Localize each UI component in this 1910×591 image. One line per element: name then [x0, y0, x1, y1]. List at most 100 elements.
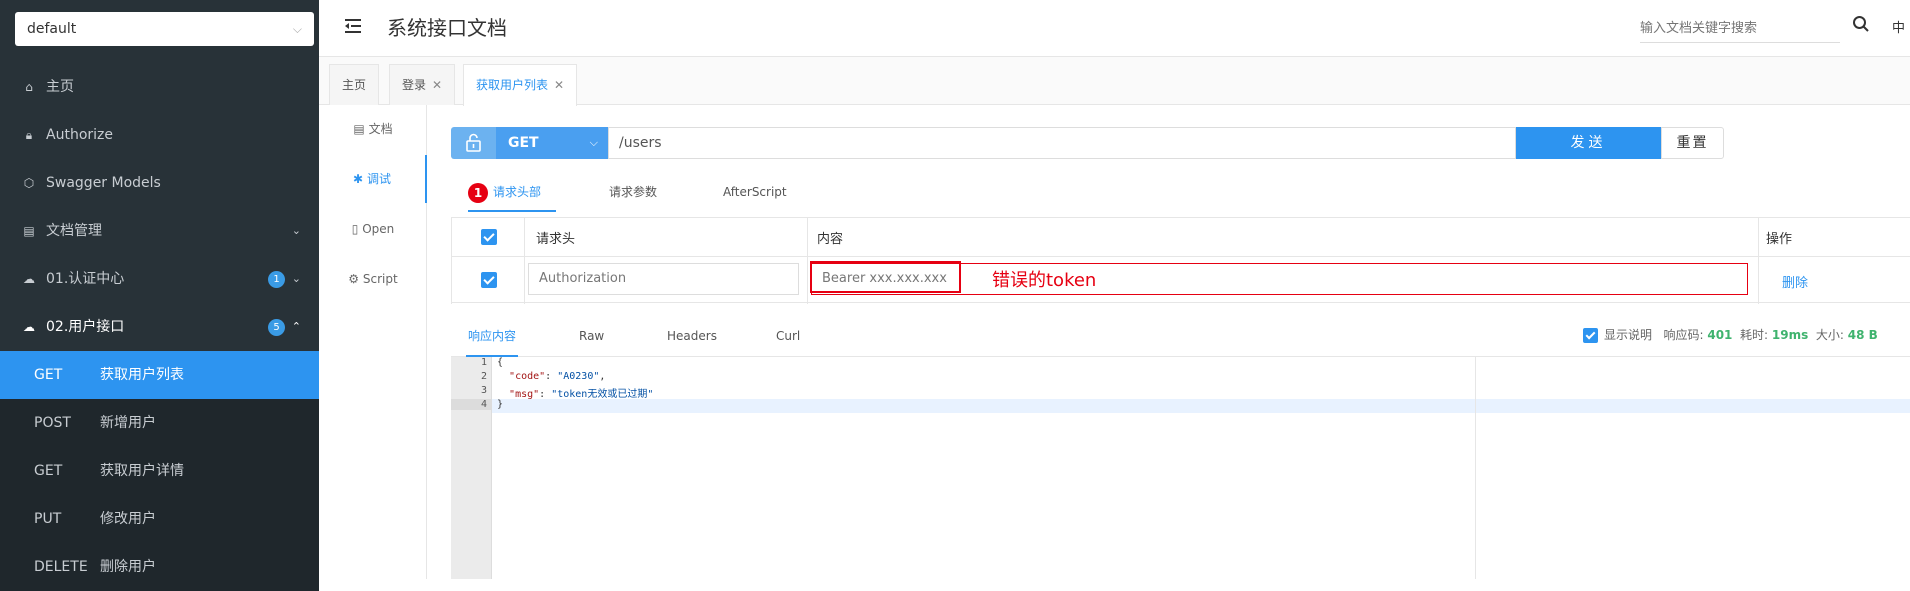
endpoint-add-user[interactable]: POST 新增用户	[0, 399, 319, 447]
sidebar-item-doc-manage[interactable]: ▤ 文档管理 ⌄	[0, 207, 319, 255]
code-icon: ⚙	[348, 272, 360, 286]
sidebar-item-auth-center[interactable]: ☁ 01.认证中心 1 ⌄	[0, 255, 319, 303]
tab-headers[interactable]: Headers	[667, 319, 717, 357]
chevron-down-icon: ⌄	[291, 272, 301, 285]
error-badge: 1	[468, 182, 488, 203]
nav-doc[interactable]: ▤ 文档	[319, 105, 427, 153]
nav-label: 调试	[366, 172, 391, 186]
tab-label: AfterScript	[723, 185, 787, 199]
code-line: "code": "A0230",	[509, 371, 606, 382]
json-value: "token无效或已过期"	[551, 389, 654, 400]
menu-fold-icon[interactable]	[343, 16, 363, 36]
brace: }	[497, 399, 504, 410]
tab-response-content[interactable]: 响应内容	[466, 319, 519, 357]
json-key: "code"	[509, 371, 546, 382]
unlock-icon	[466, 133, 481, 152]
line-number: 2	[480, 371, 487, 382]
endpoint-get-user-detail[interactable]: GET 获取用户详情	[0, 447, 319, 495]
tab-label: 登录	[402, 78, 427, 92]
endpoint-update-user[interactable]: PUT 修改用户	[0, 495, 319, 543]
endpoint-method: GET	[34, 367, 63, 383]
tab-label: 主页	[342, 78, 367, 92]
table-row-divider	[451, 256, 1910, 257]
json-key: "msg"	[509, 389, 540, 400]
page-title: 系统接口文档	[387, 16, 507, 40]
sidebar-item-home[interactable]: ⌂ 主页	[0, 63, 319, 111]
endpoint-delete-user[interactable]: DELETE 删除用户	[0, 543, 319, 591]
line-number: 3	[480, 385, 487, 396]
reset-button[interactable]: 重置	[1661, 127, 1724, 159]
column-header-action: 操作	[1766, 232, 1793, 247]
home-icon: ⌂	[25, 80, 33, 94]
endpoint-get-user-list[interactable]: GET 获取用户列表	[0, 351, 319, 399]
endpoint-label: 获取用户详情	[100, 463, 184, 479]
nav-script[interactable]: ⚙ Script	[319, 255, 427, 303]
chevron-down-icon: ⌵	[589, 136, 598, 149]
tab-label: Headers	[667, 329, 717, 343]
nav-label: Script	[362, 272, 398, 286]
active-line-highlight	[492, 399, 1910, 413]
cloud-icon: ☁	[23, 272, 35, 286]
cloud-icon: ☁	[23, 320, 35, 334]
tab-login[interactable]: 登录 ✕	[389, 64, 456, 105]
row-checkbox[interactable]	[481, 272, 497, 288]
print-margin	[1475, 357, 1476, 579]
tab-request-headers[interactable]: 1 请求头部	[468, 176, 557, 212]
endpoint-method: GET	[34, 463, 63, 479]
close-icon[interactable]: ✕	[432, 78, 442, 92]
request-tabs: 1 请求头部 请求参数 AfterScript	[451, 176, 1910, 212]
nav-label: Open	[362, 222, 395, 236]
sidebar-item-user-api[interactable]: ☁ 02.用户接口 5 ⌃	[0, 303, 319, 351]
search-input[interactable]	[1640, 13, 1840, 43]
tab-label: 获取用户列表	[476, 78, 549, 92]
auth-lock-button[interactable]	[451, 127, 496, 159]
tab-after-script[interactable]: AfterScript	[723, 176, 787, 212]
tab-curl[interactable]: Curl	[776, 319, 800, 357]
tab-get-user-list[interactable]: 获取用户列表 ✕	[463, 64, 578, 106]
sidebar: default ⌵ ⌂ 主页 🔒︎ Authorize ⬡ Swagger Model…	[0, 0, 319, 591]
table-column-border	[451, 218, 452, 304]
tab-home[interactable]: 主页	[329, 64, 380, 105]
project-select-value: default	[27, 21, 77, 37]
show-desc-checkbox[interactable]	[1583, 328, 1598, 343]
response-editor[interactable]: 1 2 3 4 { "code": "A0230", "msg": "token…	[451, 357, 1910, 579]
endpoint-label: 获取用户列表	[100, 367, 184, 383]
url-input[interactable]: /users	[608, 127, 1516, 159]
json-value: "A0230"	[557, 371, 600, 382]
nav-debug[interactable]: ✱ 调试	[319, 155, 427, 203]
sidebar-item-authorize[interactable]: 🔒︎ Authorize	[0, 111, 319, 159]
column-header-name: 请求头	[536, 232, 576, 247]
project-select[interactable]: default ⌵	[15, 12, 314, 46]
delete-link[interactable]: 删除	[1782, 272, 1808, 291]
code-line: "msg": "token无效或已过期"	[509, 389, 654, 400]
language-switch[interactable]: 中	[1892, 17, 1905, 36]
line-number: 1	[480, 357, 487, 368]
sidebar-item-swagger-models[interactable]: ⬡ Swagger Models	[0, 159, 319, 207]
chevron-up-icon: ⌃	[291, 320, 301, 333]
error-highlight-box	[810, 261, 961, 293]
cube-icon: ⬡	[23, 176, 35, 190]
status-code-label: 响应码:	[1663, 328, 1704, 342]
method-select[interactable]: GET ⌵	[496, 127, 608, 159]
sidebar-item-label: 文档管理	[46, 223, 102, 239]
select-all-checkbox[interactable]	[481, 229, 497, 245]
endpoint-method: POST	[34, 415, 71, 431]
bug-icon: ✱	[353, 172, 364, 186]
endpoint-label: 新增用户	[100, 415, 156, 431]
endpoint-label: 修改用户	[100, 511, 156, 527]
send-button[interactable]: 发送	[1516, 127, 1661, 159]
search-icon[interactable]	[1852, 15, 1870, 33]
count-badge: 5	[268, 319, 285, 336]
nav-open[interactable]: ▯ Open	[319, 205, 427, 253]
close-icon[interactable]: ✕	[554, 78, 564, 92]
endpoint-method: DELETE	[34, 559, 88, 575]
tab-request-params[interactable]: 请求参数	[609, 176, 657, 212]
status-code: 401	[1707, 328, 1733, 342]
table-column-border	[807, 218, 808, 304]
chevron-down-icon: ⌵	[292, 22, 302, 36]
tab-raw[interactable]: Raw	[579, 319, 604, 357]
header-name-input[interactable]: Authorization	[528, 263, 799, 295]
method-value: GET	[508, 135, 539, 151]
sidebar-item-label: Swagger Models	[46, 175, 161, 191]
show-desc-label: 显示说明	[1604, 328, 1653, 342]
